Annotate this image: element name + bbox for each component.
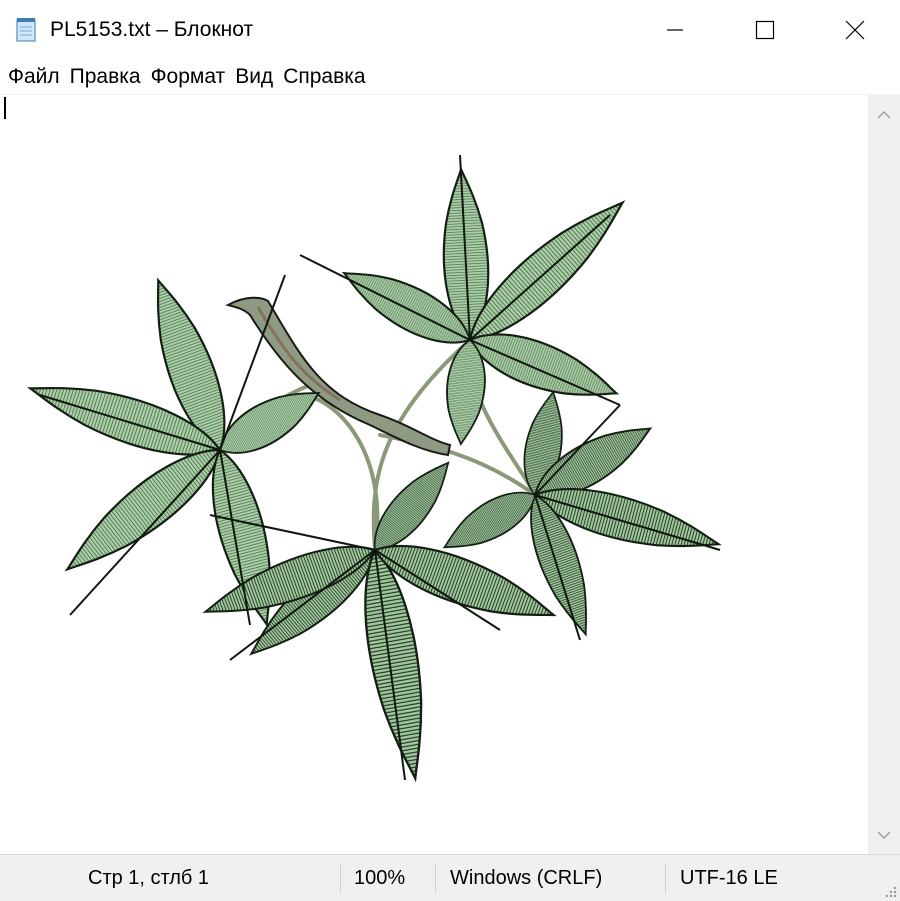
maximize-icon <box>755 20 775 40</box>
close-icon <box>845 20 865 40</box>
text-editor-area[interactable] <box>0 94 868 855</box>
minimize-button[interactable] <box>630 0 720 60</box>
status-separator <box>665 863 666 893</box>
scroll-up-button[interactable] <box>868 98 900 132</box>
maximize-button[interactable] <box>720 0 810 60</box>
status-line-ending: Windows (CRLF) <box>450 867 603 889</box>
scroll-down-button[interactable] <box>868 818 900 852</box>
notepad-icon <box>14 17 40 43</box>
minimize-icon <box>667 29 683 31</box>
chevron-down-icon <box>877 831 891 840</box>
status-separator <box>340 863 341 893</box>
menu-help[interactable]: Справка <box>278 60 370 94</box>
menu-bar: Файл Правка Формат Вид Справка <box>0 60 900 94</box>
window-title: PL5153.txt – Блокнот <box>50 18 254 41</box>
menu-edit[interactable]: Правка <box>65 60 146 94</box>
close-button[interactable] <box>810 0 900 60</box>
vertical-scrollbar[interactable] <box>868 94 900 854</box>
status-bar: Стр 1, стлб 1 100% Windows (CRLF) UTF-16… <box>0 854 900 901</box>
menu-format[interactable]: Формат <box>146 60 231 94</box>
status-cursor-position: Стр 1, стлб 1 <box>88 867 210 889</box>
chestnut-leaves-art <box>22 154 726 784</box>
title-bar: PL5153.txt – Блокнот <box>0 0 900 60</box>
status-encoding: UTF-16 LE <box>680 867 778 889</box>
menu-view[interactable]: Вид <box>230 60 278 94</box>
status-zoom: 100% <box>354 867 406 889</box>
chevron-up-icon <box>877 110 891 119</box>
status-separator <box>435 863 436 893</box>
resize-grip-icon[interactable] <box>882 883 898 899</box>
menu-file[interactable]: Файл <box>0 60 65 94</box>
